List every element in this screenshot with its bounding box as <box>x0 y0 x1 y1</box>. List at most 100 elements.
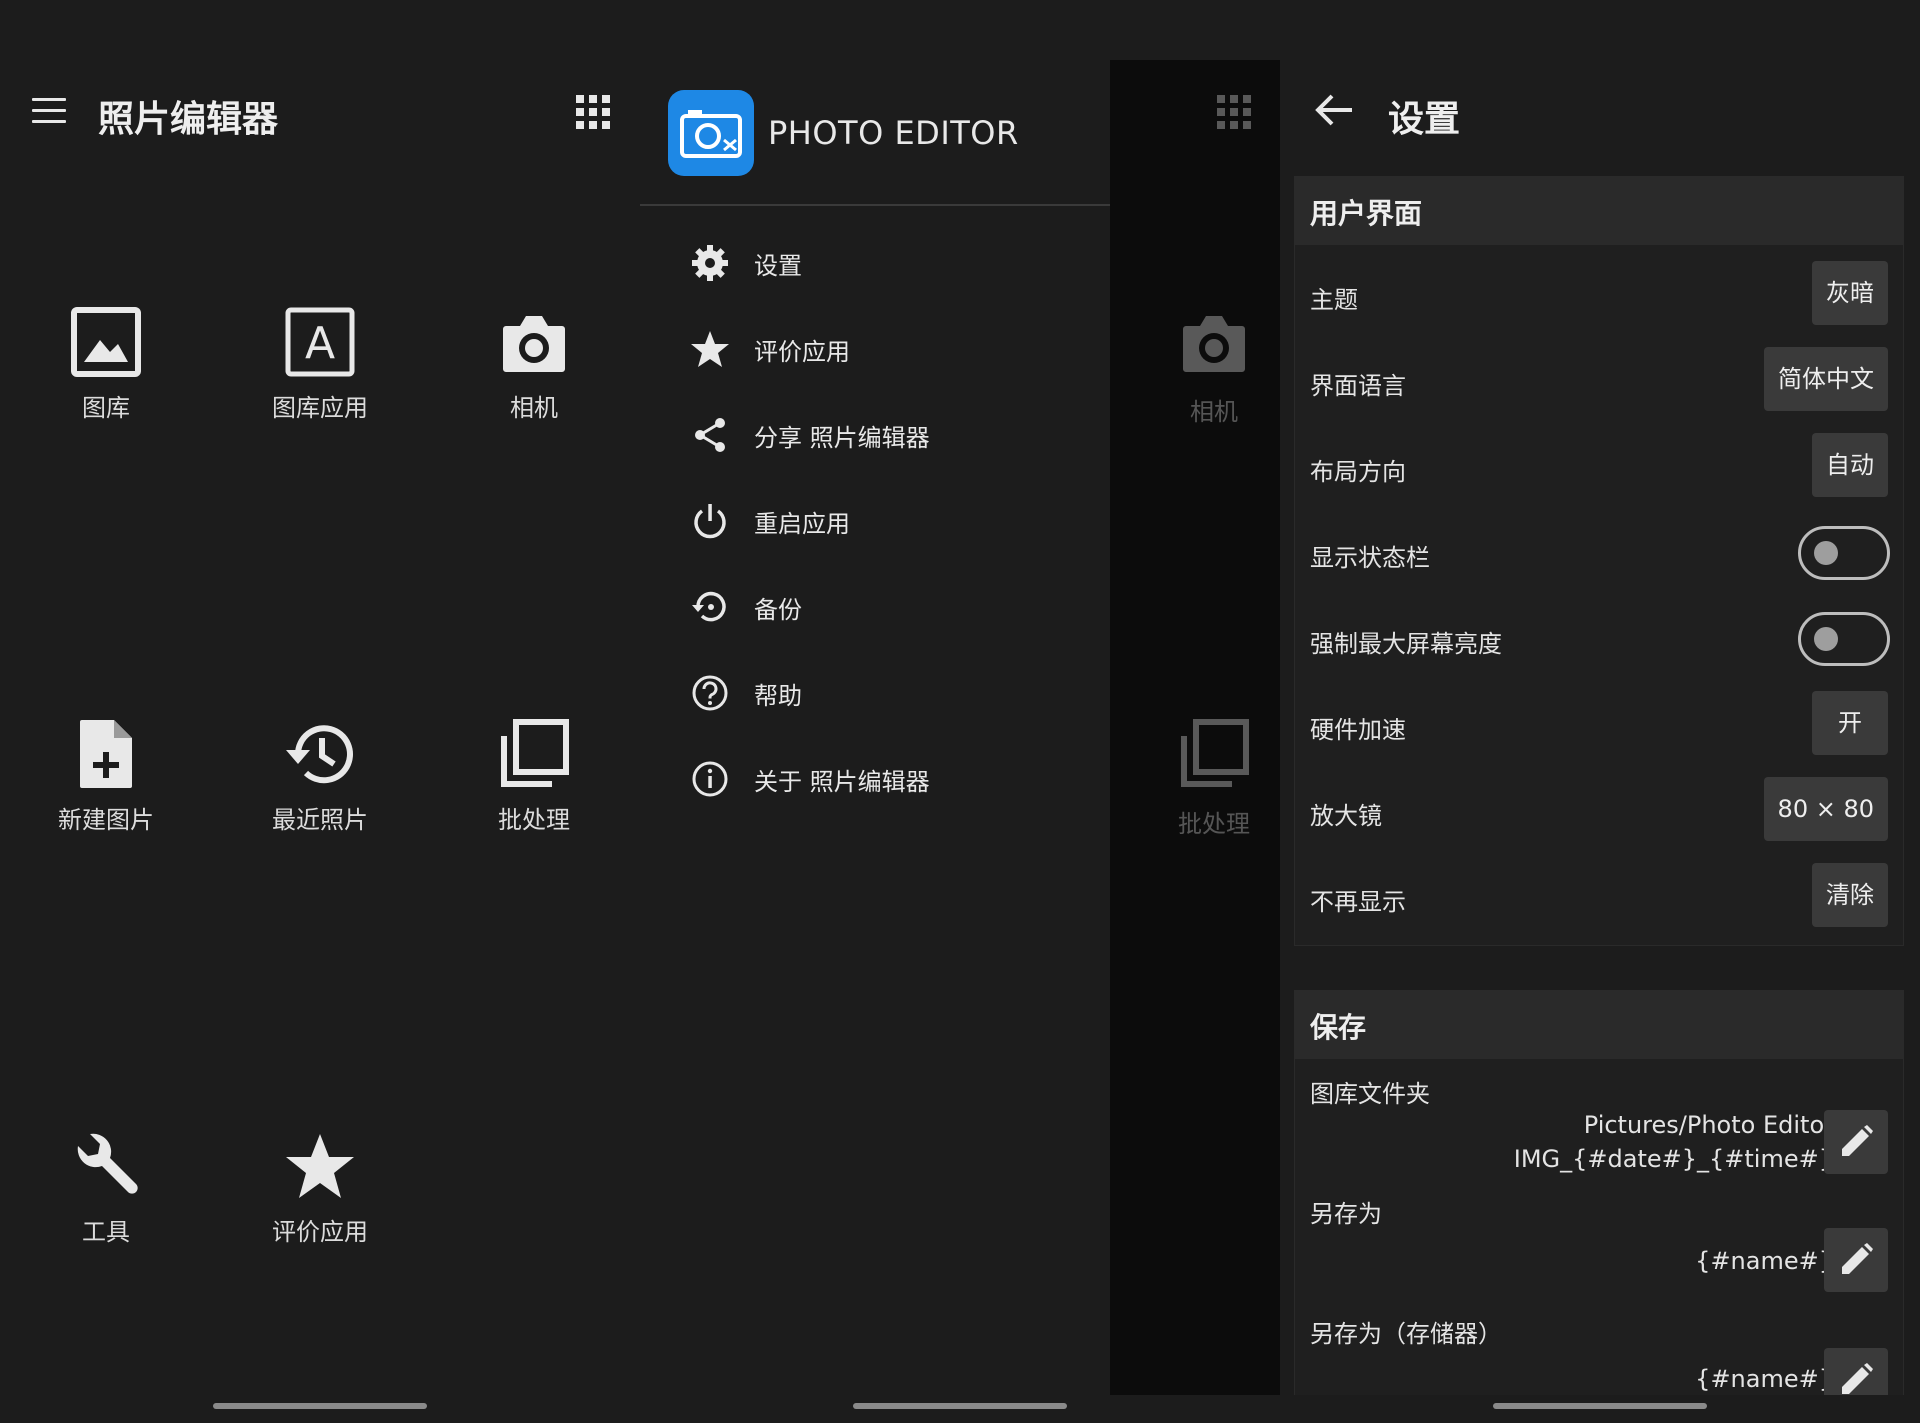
setting-label: 放大镜 <box>1310 802 1382 830</box>
gesture-bar <box>213 1403 427 1409</box>
setting-layout-direction[interactable]: 布局方向 自动 <box>1310 424 1904 510</box>
layout-direction-button[interactable]: 自动 <box>1812 433 1888 497</box>
page-title: 设置 <box>1388 99 1461 140</box>
tile-label: 批处理 <box>1178 810 1250 838</box>
setting-label: 不再显示 <box>1310 888 1406 916</box>
hardware-acceleration-button[interactable]: 开 <box>1812 691 1888 755</box>
edit-gallery-folder-button[interactable] <box>1824 1110 1888 1174</box>
setting-label: 主题 <box>1310 286 1358 314</box>
star-icon <box>286 1134 354 1198</box>
setting-label: 硬件加速 <box>1310 716 1406 744</box>
tile-label: 相机 <box>510 394 558 422</box>
pencil-icon <box>1842 1125 1873 1156</box>
share-icon <box>695 418 725 452</box>
info-icon <box>692 761 728 797</box>
camera-icon <box>503 316 565 372</box>
setting-show-status-bar[interactable]: 显示状态栏 <box>1310 510 1904 596</box>
setting-theme[interactable]: 主题 灰暗 <box>1310 252 1904 338</box>
menu-item-rate-app[interactable]: 评价应用 <box>690 324 1090 374</box>
menu-item-label: 关于 照片编辑器 <box>754 767 930 796</box>
app-logo <box>668 90 754 176</box>
tile-label: 图库 <box>82 394 130 422</box>
save-as-label: 另存为 <box>1310 1200 1382 1228</box>
menu-item-label: 设置 <box>754 251 802 280</box>
tile-rate-app[interactable]: 评价应用 <box>220 1130 420 1247</box>
setting-dont-show-again[interactable]: 不再显示 清除 <box>1310 854 1904 940</box>
section-header-ui: 用户界面 <box>1294 176 1904 244</box>
drawer-scrim[interactable]: 相机 批处理 <box>1110 60 1280 1395</box>
restore-icon <box>692 591 726 622</box>
batch-icon <box>1181 719 1249 787</box>
menu-item-help[interactable]: 帮助 <box>690 668 1090 718</box>
font-a-icon: A <box>285 307 355 377</box>
section-title: 用户界面 <box>1310 197 1423 230</box>
divider <box>640 204 1110 206</box>
toggle-knob <box>1814 627 1838 651</box>
menu-item-label: 评价应用 <box>754 337 850 366</box>
menu-item-restart[interactable]: 重启应用 <box>690 496 1090 546</box>
app-name: PHOTO EDITOR <box>768 114 1019 152</box>
help-icon <box>692 675 728 711</box>
menu-icon[interactable] <box>32 98 66 124</box>
setting-magnifier[interactable]: 放大镜 80 × 80 <box>1310 768 1904 854</box>
setting-label: 显示状态栏 <box>1310 544 1430 572</box>
magnifier-button[interactable]: 80 × 80 <box>1763 777 1888 841</box>
svg-text:A: A <box>305 318 335 369</box>
setting-language[interactable]: 界面语言 简体中文 <box>1310 338 1904 424</box>
setting-hardware-acceleration[interactable]: 硬件加速 开 <box>1310 682 1904 768</box>
camera-icon <box>1183 316 1245 372</box>
tile-gallery[interactable]: 图库 <box>6 306 206 423</box>
tile-tools[interactable]: 工具 <box>6 1130 206 1247</box>
setting-label: 界面语言 <box>1310 372 1406 400</box>
menu-item-settings[interactable]: 设置 <box>690 238 1090 288</box>
wrench-icon <box>77 1133 138 1194</box>
tile-camera: 相机 <box>1114 306 1280 427</box>
value-line: {#name#} <box>1695 1365 1834 1393</box>
star-icon <box>691 331 729 367</box>
edit-save-as-button[interactable] <box>1824 1228 1888 1292</box>
gesture-bar <box>853 1403 1067 1409</box>
history-icon <box>286 725 353 784</box>
gear-icon <box>692 245 728 281</box>
tile-gallery-app[interactable]: A 图库应用 <box>220 306 420 423</box>
navigation-drawer: PHOTO EDITOR 设置 评价应用 分享 照片编辑器 重启应用 备份 帮助… <box>640 60 1110 1395</box>
home-screen: 照片编辑器 图库 A 图库应用 相机 新建图片 最近照片 批处理 工具 评价应用 <box>0 0 640 1423</box>
setting-label: 强制最大屏幕亮度 <box>1310 630 1502 658</box>
value-line: IMG_{#date#}_{#time#} <box>1513 1145 1834 1173</box>
theme-button[interactable]: 灰暗 <box>1812 261 1888 325</box>
section-title: 保存 <box>1310 1011 1367 1044</box>
value-line: Pictures/Photo Editor <box>1583 1111 1834 1139</box>
back-arrow-icon[interactable] <box>1314 92 1354 128</box>
camera-logo-icon <box>680 110 742 158</box>
tile-label: 图库应用 <box>272 394 368 422</box>
tile-camera[interactable]: 相机 <box>434 306 634 423</box>
menu-item-label: 备份 <box>754 595 802 624</box>
tile-label: 相机 <box>1190 398 1238 426</box>
tile-label: 最近照片 <box>272 806 368 834</box>
gallery-folder-label: 图库文件夹 <box>1310 1080 1430 1108</box>
menu-item-label: 帮助 <box>754 681 802 710</box>
tile-recent-photos[interactable]: 最近照片 <box>220 718 420 835</box>
setting-max-brightness[interactable]: 强制最大屏幕亮度 <box>1310 596 1904 682</box>
tile-label: 工具 <box>82 1218 130 1246</box>
settings-screen: 设置 用户界面 主题 灰暗 界面语言 简体中文 布局方向 自动 显示状态栏 强制… <box>1280 0 1920 1423</box>
batch-icon <box>501 719 569 787</box>
power-icon <box>694 504 726 539</box>
gesture-bar <box>1493 1403 1707 1409</box>
tile-batch[interactable]: 批处理 <box>434 718 634 835</box>
menu-item-about[interactable]: 关于 照片编辑器 <box>690 754 1090 804</box>
tile-new-image[interactable]: 新建图片 <box>6 718 206 835</box>
menu-item-share[interactable]: 分享 照片编辑器 <box>690 410 1090 460</box>
language-button[interactable]: 简体中文 <box>1764 347 1888 411</box>
menu-item-backup[interactable]: 备份 <box>690 582 1090 632</box>
apps-grid-icon[interactable] <box>576 95 610 129</box>
clear-button[interactable]: 清除 <box>1812 863 1888 927</box>
tile-batch: 批处理 <box>1114 718 1280 839</box>
tile-label: 批处理 <box>498 806 570 834</box>
setting-label: 布局方向 <box>1310 458 1406 486</box>
max-brightness-toggle[interactable] <box>1798 612 1890 666</box>
status-bar-toggle[interactable] <box>1798 526 1890 580</box>
value-line: {#name#} <box>1695 1247 1834 1275</box>
toggle-knob <box>1814 541 1838 565</box>
apps-grid-icon <box>1217 95 1251 129</box>
